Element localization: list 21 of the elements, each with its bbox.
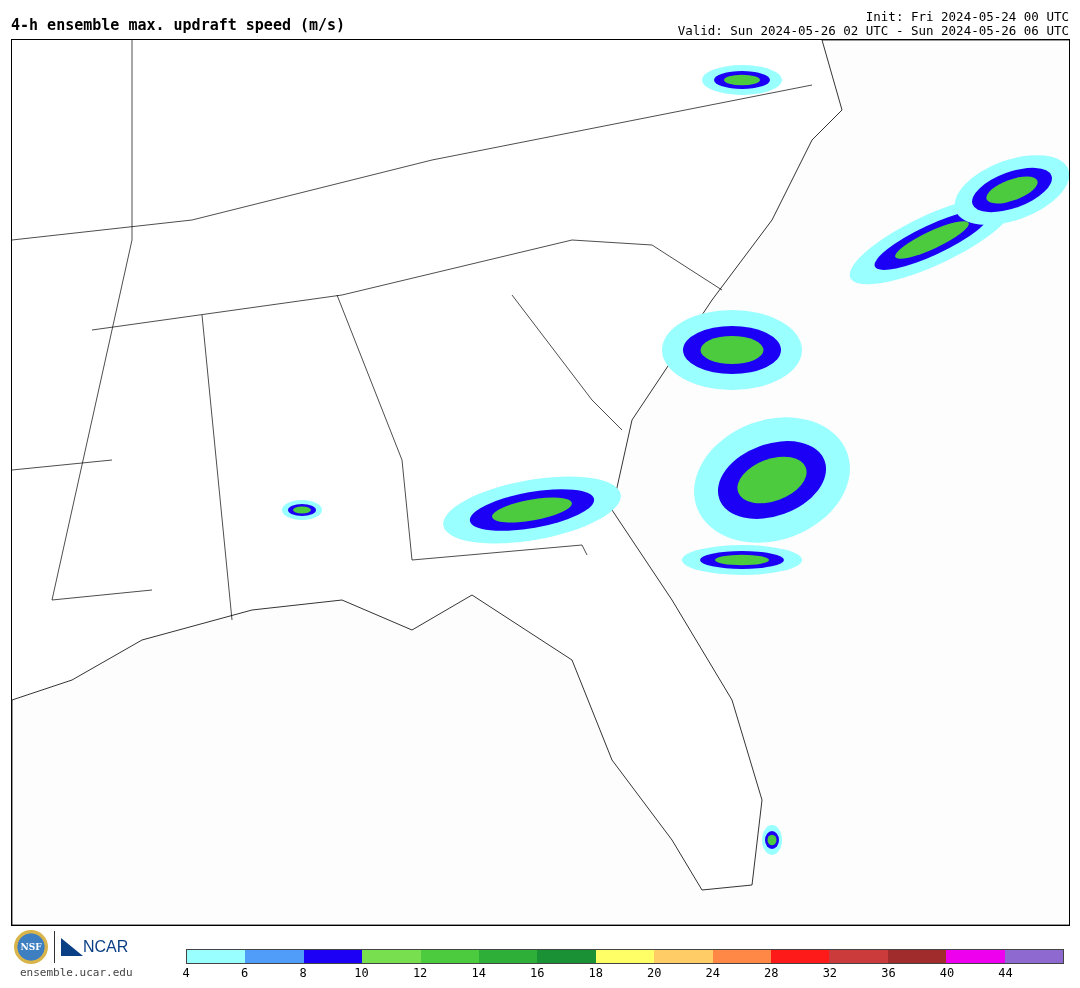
scale-label: 8 (299, 966, 307, 980)
scale-label: 20 (647, 966, 662, 980)
scale-label: 18 (588, 966, 603, 980)
scale-label: 32 (822, 966, 838, 980)
init-time: Init: Fri 2024-05-24 00 UTC (865, 10, 1069, 24)
scale-label: 24 (705, 966, 720, 980)
chart-title: 4-h ensemble max. updraft speed (m/s) (11, 16, 346, 34)
scale-label: 28 (764, 966, 779, 980)
scale-label: 4 (182, 966, 190, 980)
scale-label: 16 (529, 966, 545, 980)
scale-label: 40 (939, 966, 955, 980)
scale-label: 6 (240, 966, 249, 980)
valid-time: Valid: Sun 2024-05-26 02 UTC - Sun 2024-05-26 06 UTC (677, 24, 1069, 38)
scale-label: 36 (881, 966, 896, 980)
ncar-logo: NCAR (61, 938, 129, 956)
scale-label: 44 (998, 966, 1013, 980)
nsf-logo: NSF (14, 930, 48, 964)
scale-label: 14 (471, 966, 486, 980)
scale-label: 12 (412, 966, 428, 980)
site-url: ensemble.ucar.edu (20, 966, 134, 979)
scale-label: 10 (354, 966, 369, 980)
